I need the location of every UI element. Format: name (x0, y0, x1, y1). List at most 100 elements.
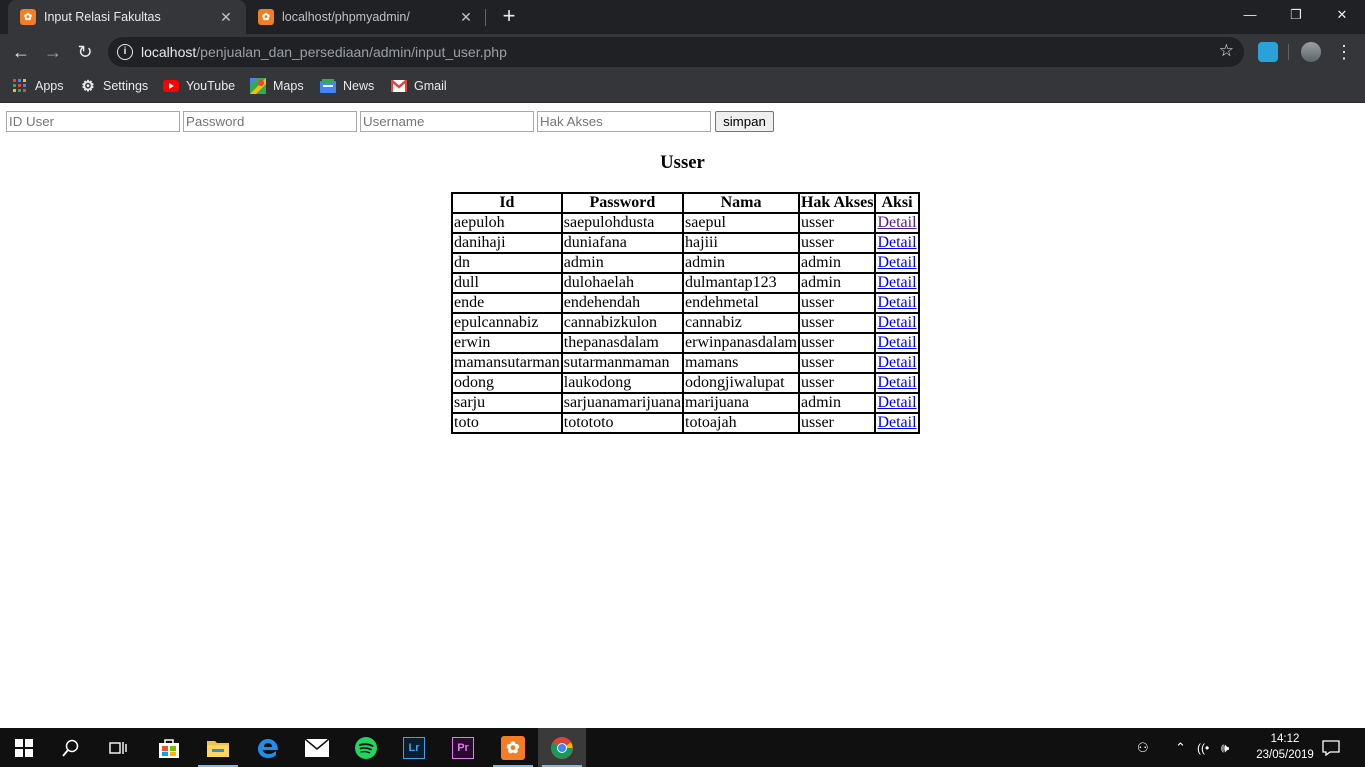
detail-link[interactable]: Detail (877, 414, 916, 431)
simpan-button[interactable]: simpan (715, 111, 774, 132)
detail-link[interactable]: Detail (877, 254, 916, 271)
bookmark-label: News (343, 79, 375, 93)
cell-hak: usser (798, 233, 876, 253)
windows-start-icon[interactable] (0, 728, 48, 767)
chrome-taskbar-icon[interactable] (538, 728, 586, 767)
url-host: localhost (141, 44, 197, 60)
close-tab-icon[interactable]: ✕ (218, 9, 234, 26)
xampp-taskbar-icon[interactable]: ✿ (489, 728, 537, 767)
table-row: dull dulohaelah dulmantap123 admin Detail (452, 273, 919, 293)
maximize-button[interactable]: ❐ (1273, 0, 1319, 30)
bookmark-apps[interactable]: Apps (12, 76, 64, 96)
reload-icon[interactable]: ↻ (71, 38, 99, 66)
password-input[interactable] (183, 111, 357, 132)
detail-link[interactable]: Detail (877, 274, 916, 291)
bookmark-youtube[interactable]: YouTube (163, 76, 235, 96)
cell-hak: usser (798, 373, 876, 393)
bookmark-settings[interactable]: ⚙ Settings (80, 76, 148, 96)
detail-link[interactable]: Detail (877, 334, 916, 351)
search-icon[interactable] (47, 728, 95, 767)
bookmark-gmail[interactable]: Gmail (391, 76, 447, 96)
cell-nama: odongjiwalupat (683, 373, 799, 393)
cell-nama: hajiii (683, 233, 799, 253)
detail-link[interactable]: Detail (877, 374, 916, 391)
detail-link[interactable]: Detail (877, 214, 916, 231)
bookmark-news[interactable]: News (320, 76, 374, 96)
page-content: simpan Usser Id Password Nama Hak Akses … (0, 103, 1365, 728)
gear-icon: ⚙ (81, 78, 95, 95)
mail-icon[interactable] (293, 728, 341, 767)
bookmark-star-icon[interactable]: ☆ (1219, 41, 1234, 61)
detail-link[interactable]: Detail (877, 354, 916, 371)
detail-link[interactable]: Detail (877, 294, 916, 311)
cell-aksi: Detail (875, 353, 919, 373)
extension-icon[interactable] (1258, 42, 1278, 62)
cell-id: toto (452, 413, 562, 433)
detail-link[interactable]: Detail (877, 234, 916, 251)
cell-aksi: Detail (875, 293, 919, 313)
spotify-icon[interactable] (342, 728, 390, 767)
people-icon[interactable]: ⚇ (1137, 728, 1149, 767)
table-row: ende endehendah endehmetal usser Detail (452, 293, 919, 313)
browser-toolbar: ← → ↻ i localhost/penjualan_dan_persedia… (0, 34, 1365, 70)
cell-hak: usser (798, 413, 876, 433)
id-user-input[interactable] (6, 111, 180, 132)
site-info-icon[interactable]: i (117, 44, 133, 60)
forward-arrow-icon[interactable]: → (39, 38, 67, 66)
tab-phpmyadmin[interactable]: ✿ localhost/phpmyadmin/ ✕ (246, 0, 486, 34)
cell-aksi: Detail (875, 333, 919, 353)
premiere-icon[interactable]: Pr (439, 728, 487, 767)
back-arrow-icon[interactable]: ← (7, 38, 35, 66)
new-tab-button[interactable]: + (496, 4, 522, 30)
xampp-icon: ✿ (501, 735, 525, 760)
table-header-row: Id Password Nama Hak Akses Aksi (452, 193, 919, 213)
detail-link[interactable]: Detail (877, 394, 916, 411)
cell-hak: usser (798, 293, 876, 313)
taskbar-clock[interactable]: 14:12 23/05/2019 (1255, 731, 1315, 763)
cell-id: mamansutarman (452, 353, 562, 373)
edge-icon[interactable] (244, 728, 292, 767)
bookmark-maps[interactable]: Maps (250, 76, 304, 96)
url-text[interactable]: localhost/penjualan_dan_persediaan/admin… (141, 44, 507, 60)
table-body: aepuloh saepulohdusta saepul usser Detail dan… (452, 213, 919, 433)
close-tab-icon[interactable]: ✕ (458, 9, 474, 26)
task-view-icon[interactable] (94, 728, 142, 767)
address-bar[interactable]: i localhost/penjualan_dan_persediaan/adm… (108, 37, 1244, 67)
cell-password: sutarmanmaman (561, 353, 684, 373)
store-icon[interactable] (145, 728, 193, 767)
chrome-icon (551, 736, 573, 759)
page-title: Usser (660, 152, 705, 173)
cell-password: totototo (561, 413, 684, 433)
cell-password: saepulohdusta (561, 213, 684, 233)
username-input[interactable] (360, 111, 534, 132)
lightroom-icon[interactable]: Lr (390, 728, 438, 767)
chrome-menu-icon[interactable]: ⋮ (1335, 38, 1353, 66)
cell-id: epulcannabiz (452, 313, 562, 333)
cell-id: aepuloh (452, 213, 562, 233)
file-explorer-icon[interactable] (194, 728, 242, 767)
bookmarks-bar: Apps ⚙ Settings YouTube Maps News Gmail (0, 70, 1365, 103)
windows-taskbar: Lr Pr ✿ ⚇ ⌃ ((• 🕪 14:12 23/05/2019 (0, 728, 1365, 767)
detail-link[interactable]: Detail (877, 314, 916, 331)
table-row: epulcannabiz cannabizkulon cannabiz usser De… (452, 313, 919, 333)
column-header-nama: Nama (683, 193, 799, 213)
cell-nama: dulmantap123 (683, 273, 799, 293)
profile-avatar-icon[interactable] (1301, 42, 1321, 62)
maps-icon (250, 78, 266, 94)
action-center-icon[interactable] (1322, 728, 1340, 767)
hak-akses-input[interactable] (537, 111, 711, 132)
cell-hak: usser (798, 353, 876, 373)
show-hidden-icons-icon[interactable]: ⌃ (1175, 728, 1186, 767)
table-row: erwin thepanasdalam erwinpanasdalam usser De… (452, 333, 919, 353)
cell-password: cannabizkulon (561, 313, 684, 333)
close-window-button[interactable]: ✕ (1319, 0, 1365, 30)
volume-icon[interactable]: 🕪 (1221, 728, 1229, 767)
wifi-icon[interactable]: ((• (1197, 728, 1209, 767)
minimize-button[interactable]: — (1227, 0, 1273, 30)
cell-hak: admin (798, 253, 876, 273)
table-row: odong laukodong odongjiwalupat usser Detail (452, 373, 919, 393)
tab-input-relasi-fakultas[interactable]: ✿ Input Relasi Fakultas ✕ (8, 0, 246, 34)
url-path: /penjualan_dan_persediaan/admin/input_us… (196, 44, 507, 60)
cell-password: duniafana (561, 233, 684, 253)
column-header-aksi: Aksi (875, 193, 919, 213)
